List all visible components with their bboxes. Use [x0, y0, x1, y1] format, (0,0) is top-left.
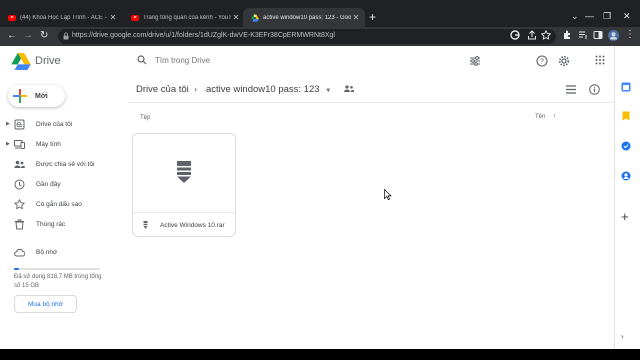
toolbar-divider: [128, 102, 614, 103]
close-tab-icon[interactable]: ✕: [231, 13, 241, 22]
share-people-icon[interactable]: [343, 84, 355, 94]
files-section-label: Tệp: [140, 115, 151, 121]
sidebar-item-shared[interactable]: Được chia sẻ với tôi: [0, 155, 120, 173]
sort-arrow-up-icon[interactable]: ↑: [553, 113, 557, 120]
back-icon[interactable]: ←: [7, 30, 17, 42]
extensions-icon[interactable]: [562, 30, 572, 40]
close-window-icon[interactable]: ✕: [623, 11, 631, 22]
browser-tab[interactable]: (44) Khóa Học Lập Trình - ACE - Y ✕: [0, 8, 122, 27]
clock-icon: [14, 179, 25, 190]
bottom-black-bar: [0, 349, 640, 360]
sidebar-item-label: Bộ nhớ: [36, 248, 58, 256]
breadcrumb-current-label: active window10 pass: 123: [206, 84, 320, 95]
file-card-footer: Active Windows 10.rar: [133, 212, 235, 236]
sidebar-item-label: Drive của tôi: [36, 120, 73, 128]
file-card[interactable]: Active Windows 10.rar: [132, 133, 236, 237]
tab-title: active window10 pass: 123 - Goo: [263, 14, 351, 21]
new-button-label: Mới: [35, 92, 48, 100]
drive-logo-icon[interactable]: [11, 53, 31, 70]
file-name: Active Windows 10.rar: [160, 222, 225, 229]
expand-arrow-icon[interactable]: ▶: [6, 121, 10, 127]
trash-icon: [15, 219, 24, 230]
tab-title: Trang tổng quan của kênh - YouT: [143, 14, 231, 21]
browser-tab-active[interactable]: active window10 pass: 123 - Goo ✕: [243, 8, 365, 27]
lock-icon: [63, 32, 69, 40]
help-icon[interactable]: ?: [536, 55, 548, 67]
storage-usage-fill: [14, 268, 19, 270]
side-panel-icon[interactable]: [593, 30, 603, 40]
svg-text:?: ?: [540, 59, 544, 66]
close-tab-icon[interactable]: ✕: [351, 13, 361, 22]
search-icon[interactable]: [137, 55, 147, 65]
restore-icon[interactable]: ❐: [603, 11, 611, 22]
google-icon[interactable]: [510, 30, 520, 40]
list-view-icon[interactable]: [566, 85, 576, 94]
archive-small-icon: [143, 221, 148, 229]
sidebar-item-storage[interactable]: Bộ nhớ: [0, 243, 120, 261]
sidebar-item-starred[interactable]: Có gắn dấu sao: [0, 195, 120, 213]
shared-icon: [14, 160, 25, 168]
reload-icon[interactable]: ↻: [40, 30, 48, 42]
mouse-cursor-icon: [384, 189, 392, 200]
tab-title: (44) Khóa Học Lập Trình - ACE - Y: [20, 14, 108, 21]
sort-label: Tên: [535, 114, 546, 120]
sidebar-item-computers[interactable]: ▶ Máy tính: [0, 135, 120, 153]
add-addon-icon[interactable]: +: [621, 210, 629, 223]
search-input[interactable]: [155, 56, 455, 65]
drive-brand-label[interactable]: Drive: [35, 55, 61, 67]
sidebar-item-label: Máy tính: [36, 140, 61, 148]
caret-down-icon: ▼: [325, 88, 332, 94]
sidebar-item-trash[interactable]: Thùng rác: [0, 215, 120, 233]
playlist-icon[interactable]: [578, 30, 588, 40]
more-menu-icon[interactable]: ⋮: [625, 29, 635, 41]
cloud-icon: [14, 248, 25, 257]
sidebar-item-recent[interactable]: Gần đây: [0, 175, 120, 193]
contacts-icon[interactable]: [621, 171, 631, 181]
tasks-icon[interactable]: [621, 141, 631, 151]
file-thumbnail: [133, 134, 235, 212]
minimize-icon[interactable]: —: [585, 11, 594, 21]
search-options-icon[interactable]: [469, 55, 481, 67]
youtube-icon: [131, 14, 139, 21]
info-icon[interactable]: [589, 84, 600, 95]
sidebar-item-label: Thùng rác: [36, 220, 66, 228]
sidebar-item-label: Có gắn dấu sao: [36, 200, 82, 208]
sidebar-item-my-drive[interactable]: ▶ Drive của tôi: [0, 115, 120, 133]
my-drive-icon: [14, 119, 25, 130]
forward-icon[interactable]: →: [23, 30, 33, 42]
keep-icon[interactable]: [621, 111, 631, 121]
new-tab-icon[interactable]: +: [369, 11, 376, 23]
breadcrumb-separator-icon: ›: [194, 84, 197, 94]
sidebar-item-label: Được chia sẻ với tôi: [36, 160, 95, 168]
storage-usage-bar: [14, 268, 100, 270]
plus-icon: [13, 89, 27, 103]
breadcrumb-root[interactable]: Drive của tôi: [136, 84, 189, 95]
star-icon: [14, 199, 25, 210]
calendar-icon[interactable]: [621, 82, 631, 92]
url-text: https://drive.google.com/drive/u/1/folde…: [72, 32, 335, 39]
computer-icon: [14, 140, 25, 149]
apps-grid-icon[interactable]: [595, 55, 605, 65]
youtube-icon: [8, 14, 16, 21]
chevron-right-icon[interactable]: ›: [621, 332, 624, 341]
settings-gear-icon[interactable]: [558, 55, 570, 67]
breadcrumb-current[interactable]: active window10 pass: 123 ▼: [206, 84, 331, 95]
profile-avatar-icon[interactable]: [608, 30, 619, 41]
storage-usage-text: Đã sử dụng 818,7 MB trong tổng số 15 GB: [14, 274, 102, 289]
new-button[interactable]: Mới: [8, 85, 65, 107]
chevron-down-icon[interactable]: ⌄: [571, 11, 579, 22]
sort-by-name[interactable]: Tên ↑: [535, 113, 557, 120]
browser-tab[interactable]: Trang tổng quan của kênh - YouT ✕: [123, 8, 245, 27]
archive-icon: [177, 161, 191, 183]
share-icon[interactable]: [527, 30, 537, 40]
close-tab-icon[interactable]: ✕: [108, 13, 118, 22]
buy-storage-button[interactable]: Mua bộ nhớ: [14, 295, 77, 313]
sidebar-item-label: Gần đây: [36, 180, 61, 188]
address-bar[interactable]: https://drive.google.com/drive/u/1/folde…: [58, 29, 556, 44]
drive-icon: [251, 13, 259, 22]
expand-arrow-icon[interactable]: ▶: [6, 141, 10, 147]
bookmark-star-icon[interactable]: [541, 30, 551, 40]
